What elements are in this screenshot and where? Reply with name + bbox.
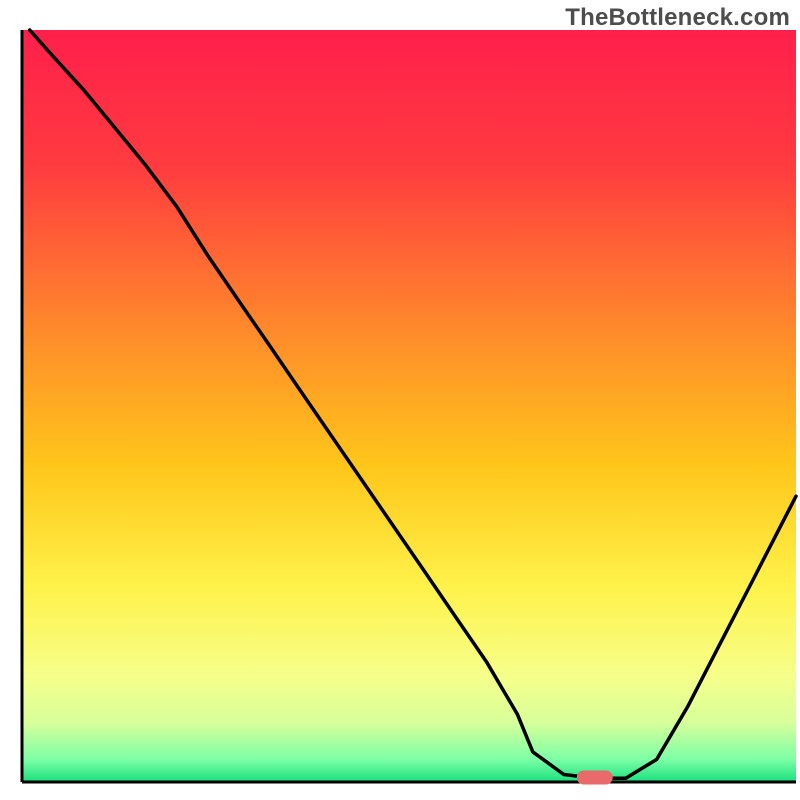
watermark-text: TheBottleneck.com — [565, 4, 790, 32]
plot-gradient-bg — [22, 30, 796, 782]
optimal-marker — [577, 770, 613, 784]
chart-svg — [0, 0, 800, 800]
bottleneck-chart — [0, 0, 800, 800]
